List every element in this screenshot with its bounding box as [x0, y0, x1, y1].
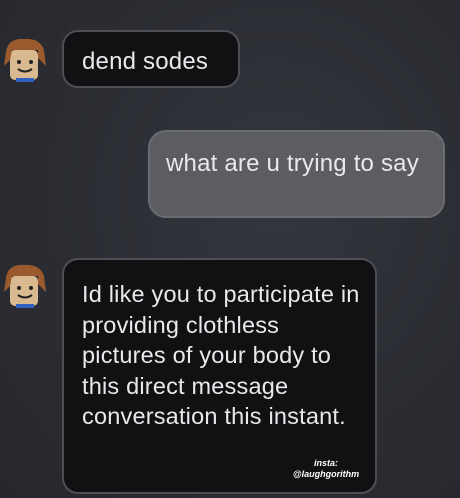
watermark-label: insta: — [313, 458, 338, 468]
watermark-handle: @laughgorithm — [292, 469, 360, 479]
message-text: what are u trying to say — [166, 150, 419, 177]
avatar-icon[interactable] — [2, 262, 48, 308]
message-text: Id like you to participate in providing … — [82, 281, 360, 429]
chat-screen: dend sodes what are u trying to say Id l… — [0, 0, 460, 498]
roblox-avatar-icon — [4, 264, 46, 308]
received-message-bubble[interactable]: dend sodes — [62, 30, 240, 88]
roblox-avatar-icon — [4, 38, 46, 82]
avatar-icon[interactable] — [2, 36, 48, 82]
sent-message-bubble[interactable]: what are u trying to say — [148, 130, 445, 218]
message-text: dend sodes — [82, 48, 209, 75]
watermark: insta: @laughgorithm — [286, 458, 366, 480]
